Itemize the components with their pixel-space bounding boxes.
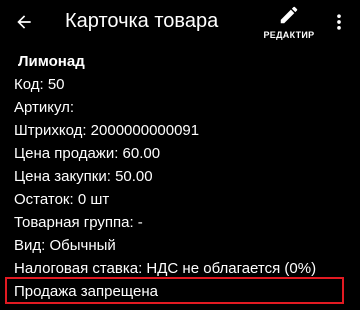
more-vert-icon [337,14,341,30]
product-tax-rate: Налоговая ставка: НДС не облагается (0%) [14,260,317,277]
product-name: Лимонад [18,53,85,70]
product-barcode: Штрихкод: 2000000000091 [14,122,200,139]
product-article: Артикул: [14,99,75,116]
sale-status-highlight: Продажа запрещена [5,277,344,304]
product-sale-status: Продажа запрещена [14,283,158,300]
edit-button[interactable]: РЕДАКТИР [262,3,316,43]
page-title: Карточка товара [65,10,219,32]
edit-button-label: РЕДАКТИР [263,30,315,40]
more-options-button[interactable] [324,2,354,42]
product-kind: Вид: Обычный [14,237,116,254]
product-group: Товарная группа: - [14,214,143,231]
pencil-icon [280,6,298,24]
product-purchase-price: Цена закупки: 50.00 [14,168,153,185]
product-stock: Остаток: 0 шт [14,191,110,208]
product-code: Код: 50 [14,76,65,93]
app-bar: Карточка товара РЕДАКТИР [0,0,360,44]
product-sale-price: Цена продажи: 60.00 [14,145,161,162]
back-button[interactable] [4,2,44,42]
arrow-back-icon [17,15,31,29]
